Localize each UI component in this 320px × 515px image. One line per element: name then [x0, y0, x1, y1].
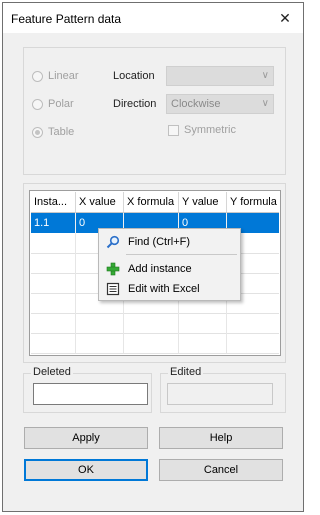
deleted-field[interactable]	[33, 383, 148, 405]
menu-item-add-instance[interactable]: Add instance	[99, 259, 240, 279]
empty-row	[31, 333, 279, 354]
apply-button[interactable]: Apply	[24, 427, 148, 449]
symmetric-checkbox-row[interactable]: Symmetric	[168, 124, 236, 136]
radio-polar-label: Polar	[48, 98, 74, 110]
symmetric-label: Symmetric	[184, 124, 236, 136]
location-label: Location	[113, 70, 155, 82]
radio-polar[interactable]: Polar	[32, 98, 74, 110]
feature-pattern-dialog: Feature Pattern data ✕ Linear Polar Tabl…	[2, 2, 304, 512]
radio-table[interactable]: Table	[32, 126, 74, 138]
context-menu: Find (Ctrl+F) Add instance Edit with Exc…	[98, 228, 241, 301]
menu-item-find-label: Find (Ctrl+F)	[128, 236, 191, 248]
menu-item-add-instance-label: Add instance	[128, 263, 192, 275]
chevron-down-icon: ∨	[261, 98, 269, 109]
chevron-down-icon: ∨	[261, 70, 269, 81]
location-dropdown[interactable]: ∨	[166, 66, 274, 86]
empty-row	[31, 313, 279, 334]
menu-item-find[interactable]: Find (Ctrl+F)	[99, 232, 240, 252]
menu-separator	[126, 254, 237, 255]
radio-linear[interactable]: Linear	[32, 70, 79, 82]
radio-linear-indicator[interactable]	[32, 70, 43, 82]
cell-instance[interactable]: 1.1	[31, 213, 76, 233]
table-header: Insta... X value X formula Y value Y for…	[31, 192, 279, 213]
symmetric-checkbox[interactable]	[168, 124, 179, 136]
title-bar[interactable]: Feature Pattern data ✕	[3, 3, 303, 33]
direction-dropdown-value: Clockwise	[171, 98, 221, 110]
deleted-label: Deleted	[31, 366, 73, 378]
close-icon: ✕	[279, 10, 291, 26]
dialog-title: Feature Pattern data	[11, 12, 122, 26]
close-button[interactable]: ✕	[273, 8, 297, 28]
radio-table-label: Table	[48, 126, 75, 138]
spreadsheet-icon	[106, 282, 120, 296]
column-header-x-value[interactable]: X value	[76, 192, 124, 212]
column-header-x-formula[interactable]: X formula	[124, 192, 179, 212]
radio-linear-label: Linear	[48, 70, 79, 82]
radio-polar-indicator[interactable]	[32, 98, 43, 110]
column-header-y-formula[interactable]: Y formula	[227, 192, 280, 212]
direction-dropdown[interactable]: Clockwise ∨	[166, 94, 274, 114]
edited-field	[167, 383, 273, 405]
column-header-y-value[interactable]: Y value	[179, 192, 227, 212]
edited-label: Edited	[168, 366, 204, 378]
menu-item-edit-with-excel-label: Edit with Excel	[128, 283, 200, 295]
menu-item-edit-with-excel[interactable]: Edit with Excel	[99, 279, 240, 299]
column-header-instance[interactable]: Insta...	[31, 192, 76, 212]
ok-button[interactable]: OK	[24, 459, 148, 481]
magnifier-icon	[106, 235, 120, 249]
cancel-button[interactable]: Cancel	[159, 459, 283, 481]
help-button[interactable]: Help	[159, 427, 283, 449]
direction-label: Direction	[113, 98, 157, 110]
green-plus-icon	[106, 262, 120, 276]
radio-table-indicator[interactable]	[32, 126, 43, 138]
